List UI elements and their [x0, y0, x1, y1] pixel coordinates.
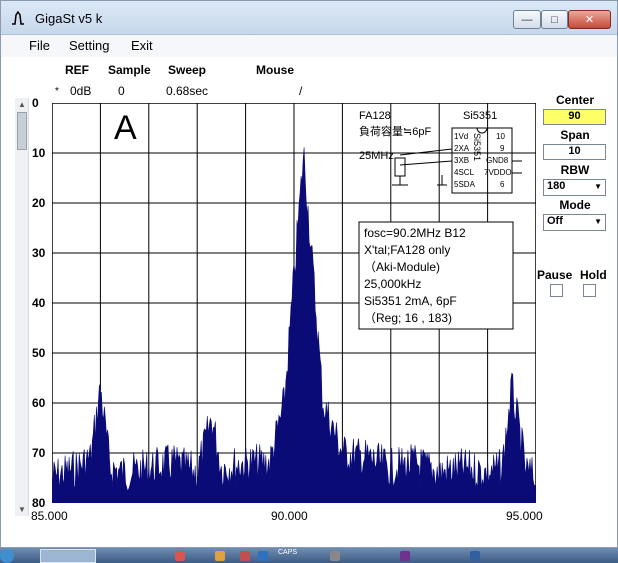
chip-name: Si5351: [472, 133, 482, 161]
span-label: Span: [560, 128, 590, 142]
info-line: X'tal;FA128 only: [364, 243, 450, 257]
chip-pin: 3XB: [454, 156, 469, 165]
y-tick-label: 50: [32, 346, 46, 360]
chip-load-cap: 負荷容量≒6pF: [359, 124, 431, 138]
center-label: Center: [555, 93, 594, 107]
close-button[interactable]: ✕: [568, 10, 611, 29]
mouse-value: /: [299, 84, 303, 98]
rbw-label: RBW: [560, 163, 590, 177]
app-window: GigaSt v5 k — □ ✕ File Setting Exit REF …: [0, 0, 618, 548]
chip-pin: 7VDDO: [484, 168, 512, 177]
x-tick-label: 85.000: [31, 509, 68, 523]
span-input[interactable]: 10: [543, 144, 606, 160]
tray-icon[interactable]: [240, 551, 250, 561]
menu-file[interactable]: File: [29, 38, 50, 53]
mode-label: Mode: [559, 198, 591, 212]
tray-icon[interactable]: [175, 551, 185, 561]
tray-icon[interactable]: [470, 551, 480, 561]
chip-pin: 1Vd: [454, 132, 468, 141]
center-input[interactable]: 90: [543, 109, 606, 125]
y-tick-label: 80: [32, 496, 46, 510]
chip-title-right: Si5351: [463, 110, 497, 122]
y-tick-label: 0: [32, 96, 39, 110]
ref-value: 0dB: [70, 84, 92, 98]
rbw-select[interactable]: 180 ▼: [543, 179, 606, 196]
start-button[interactable]: [0, 549, 14, 563]
mouse-header: Mouse: [256, 63, 295, 77]
taskbar: CAPS: [0, 548, 618, 563]
rbw-value: 180: [547, 180, 566, 192]
minimize-button[interactable]: —: [513, 10, 541, 29]
chip-freq: 25MHz: [359, 150, 394, 162]
y-tick-label: 10: [32, 146, 46, 160]
x-tick-label: 90.000: [271, 509, 308, 523]
info-line: fosc=90.2MHz B12: [364, 226, 466, 240]
pause-label: Pause: [537, 268, 573, 282]
info-line: （Aki-Module): [364, 260, 440, 274]
chip-pin: 4SCL: [454, 168, 475, 177]
scroll-up-icon[interactable]: ▲: [18, 100, 26, 109]
y-tick-label: 70: [32, 446, 46, 460]
y-tick-label: 20: [32, 196, 46, 210]
scroll-down-icon[interactable]: ▼: [18, 505, 26, 514]
spectrum-graph[interactable]: A FA128 Si5351 負荷容量≒6pF 25MHz 1Vd 2XA 3X…: [52, 103, 536, 503]
app-icon: [12, 11, 24, 25]
taskbar-app-button[interactable]: [40, 549, 96, 563]
pause-checkbox[interactable]: [550, 284, 563, 297]
sample-header: Sample: [108, 63, 151, 77]
tray-icon[interactable]: [330, 551, 340, 561]
chip-pin: 5SDA: [454, 180, 476, 189]
info-line: （Reg; 16 , 183): [364, 311, 452, 325]
hold-label: Hold: [580, 268, 607, 282]
tray-icon[interactable]: [400, 551, 410, 561]
chevron-down-icon: ▼: [594, 217, 602, 226]
y-tick-label: 30: [32, 246, 46, 260]
vertical-scrollbar[interactable]: ▲ ▼: [15, 98, 29, 516]
ref-marker: *: [55, 86, 59, 97]
ref-header: REF: [65, 63, 89, 77]
hold-checkbox[interactable]: [583, 284, 596, 297]
x-tick-label: 95.000: [506, 509, 543, 523]
chip-pin: 2XA: [454, 144, 470, 153]
tray-icon[interactable]: [215, 551, 225, 561]
info-line: 25,000kHz: [364, 277, 421, 291]
caps-indicator: CAPS: [278, 549, 298, 556]
menu-exit[interactable]: Exit: [131, 38, 153, 53]
chevron-down-icon: ▼: [594, 182, 602, 191]
mode-value: Off: [547, 215, 563, 227]
y-tick-label: 40: [32, 296, 46, 310]
y-tick-label: 60: [32, 396, 46, 410]
tray-icon[interactable]: [258, 551, 268, 561]
menu-bar: File Setting Exit: [1, 35, 617, 57]
chip-title-left: FA128: [359, 110, 391, 122]
sweep-value: 0.68sec: [166, 84, 209, 98]
menu-setting[interactable]: Setting: [69, 38, 109, 53]
chip-pin: 6: [500, 180, 505, 189]
info-line: Si5351 2mA, 6pF: [364, 294, 457, 308]
chip-pin: 10: [496, 132, 505, 141]
chip-pin: GND8: [486, 156, 509, 165]
chip-pin: 9: [500, 144, 505, 153]
window-title: GigaSt v5 k: [35, 11, 103, 26]
maximize-button[interactable]: □: [541, 10, 568, 29]
sample-value: 0: [118, 84, 125, 98]
mode-select[interactable]: Off ▼: [543, 214, 606, 231]
channel-label: A: [114, 109, 137, 147]
scrollbar-thumb[interactable]: [17, 112, 27, 150]
sweep-header: Sweep: [168, 63, 207, 77]
title-bar[interactable]: GigaSt v5 k — □ ✕: [1, 1, 617, 35]
